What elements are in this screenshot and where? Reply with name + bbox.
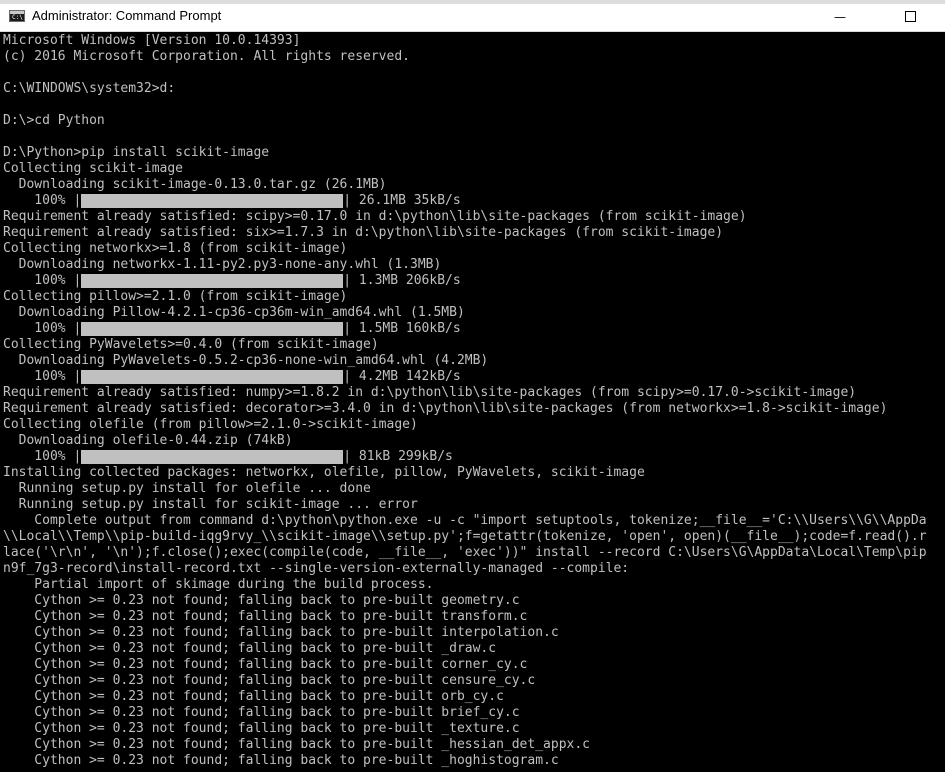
console-line: C:\WINDOWS\system32>d:: [3, 81, 176, 96]
console-output[interactable]: Microsoft Windows [Version 10.0.14393] (c…: [0, 32, 945, 772]
cmd-icon[interactable]: C:\: [9, 10, 25, 22]
console-line: Downloading PyWavelets-0.5.2-cp36-none-w…: [3, 353, 489, 368]
console-line: Collecting olefile (from pillow>=2.1.0->…: [3, 417, 418, 432]
console-line: Cython >= 0.23 not found; falling back t…: [3, 689, 504, 704]
maximize-icon: [904, 10, 916, 22]
progress-bar: [81, 450, 344, 464]
progress-percent: 100% |: [3, 193, 82, 208]
console-line: Downloading networkx-1.11-py2.py3-none-a…: [3, 257, 442, 272]
console-line: Requirement already satisfied: numpy>=1.…: [3, 385, 857, 400]
console-line: Downloading olefile-0.44.zip (74kB): [3, 433, 293, 448]
progress-bar: [81, 370, 344, 384]
title-bar[interactable]: C:\ Administrator: Command Prompt —: [0, 0, 945, 32]
console-line: Requirement already satisfied: scipy>=0.…: [3, 209, 747, 224]
console-progress-line: 100% | | 26.1MB 35kB/s: [3, 193, 927, 209]
console-progress-line: 100% | | 1.3MB 206kB/s: [3, 273, 927, 289]
console-lines: Microsoft Windows [Version 10.0.14393] (c…: [3, 33, 927, 769]
console-line: Partial import of skimage during the bui…: [3, 577, 434, 592]
console-line: Running setup.py install for olefile ...…: [3, 481, 371, 496]
progress-stats: | 81kB 299kB/s: [343, 449, 453, 464]
console-line: Cython >= 0.23 not found; falling back t…: [3, 593, 520, 608]
console-progress-line: 100% | | 1.5MB 160kB/s: [3, 321, 927, 337]
command-prompt-window: C:\ Administrator: Command Prompt — Micr…: [0, 0, 945, 772]
progress-stats: | 26.1MB 35kB/s: [343, 193, 461, 208]
console-line: Installing collected packages: networkx,…: [3, 465, 645, 480]
console-line: Cython >= 0.23 not found; falling back t…: [3, 625, 559, 640]
console-line: Running setup.py install for scikit-imag…: [3, 497, 418, 512]
progress-bar: [81, 194, 344, 208]
progress-bar: [81, 322, 344, 336]
console-line: lace('\r\n', '\n');f.close();exec(compil…: [3, 545, 927, 560]
taskbar-strip: [0, 0, 945, 4]
console-line: Requirement already satisfied: six>=1.7.…: [3, 225, 724, 240]
console-line: Microsoft Windows [Version 10.0.14393]: [3, 33, 301, 48]
console-progress-line: 100% | | 81kB 299kB/s: [3, 449, 927, 465]
window-title: Administrator: Command Prompt: [32, 8, 222, 23]
minimize-icon: —: [834, 10, 846, 24]
maximize-button[interactable]: [887, 4, 933, 30]
progress-bar: [81, 274, 344, 288]
minimize-button[interactable]: —: [817, 4, 863, 30]
console-line: D:\>cd Python: [3, 113, 105, 128]
progress-percent: 100% |: [3, 369, 82, 384]
console-line: Cython >= 0.23 not found; falling back t…: [3, 641, 497, 656]
console-line: \\Local\\Temp\\pip-build-iqg9rvy_\\sciki…: [3, 529, 927, 544]
console-line: Collecting pillow>=2.1.0 (from scikit-im…: [3, 289, 348, 304]
console-line: Downloading Pillow-4.2.1-cp36-cp36m-win_…: [3, 305, 465, 320]
console-line: Collecting networkx>=1.8 (from scikit-im…: [3, 241, 348, 256]
progress-percent: 100% |: [3, 321, 82, 336]
progress-percent: 100% |: [3, 449, 82, 464]
console-line: Requirement already satisfied: decorator…: [3, 401, 888, 416]
console-line: Cython >= 0.23 not found; falling back t…: [3, 721, 520, 736]
console-line: Cython >= 0.23 not found; falling back t…: [3, 737, 590, 752]
console-line: Cython >= 0.23 not found; falling back t…: [3, 673, 536, 688]
console-line: Cython >= 0.23 not found; falling back t…: [3, 705, 520, 720]
console-progress-line: 100% | | 4.2MB 142kB/s: [3, 369, 927, 385]
console-line: Downloading scikit-image-0.13.0.tar.gz (…: [3, 177, 387, 192]
console-line: n9f_7g3-record\install-record.txt --sing…: [3, 561, 630, 576]
console-line: Collecting PyWavelets>=0.4.0 (from sciki…: [3, 337, 379, 352]
console-line: Cython >= 0.23 not found; falling back t…: [3, 753, 559, 768]
console-line: (c) 2016 Microsoft Corporation. All righ…: [3, 49, 410, 64]
progress-stats: | 1.5MB 160kB/s: [343, 321, 461, 336]
progress-stats: | 4.2MB 142kB/s: [343, 369, 461, 384]
console-line: Collecting scikit-image: [3, 161, 184, 176]
console-line: Cython >= 0.23 not found; falling back t…: [3, 657, 528, 672]
progress-percent: 100% |: [3, 273, 82, 288]
console-line: D:\Python>pip install scikit-image: [3, 145, 270, 160]
progress-stats: | 1.3MB 206kB/s: [343, 273, 461, 288]
console-line: Cython >= 0.23 not found; falling back t…: [3, 609, 528, 624]
console-line: Complete output from command d:\python\p…: [3, 513, 927, 528]
